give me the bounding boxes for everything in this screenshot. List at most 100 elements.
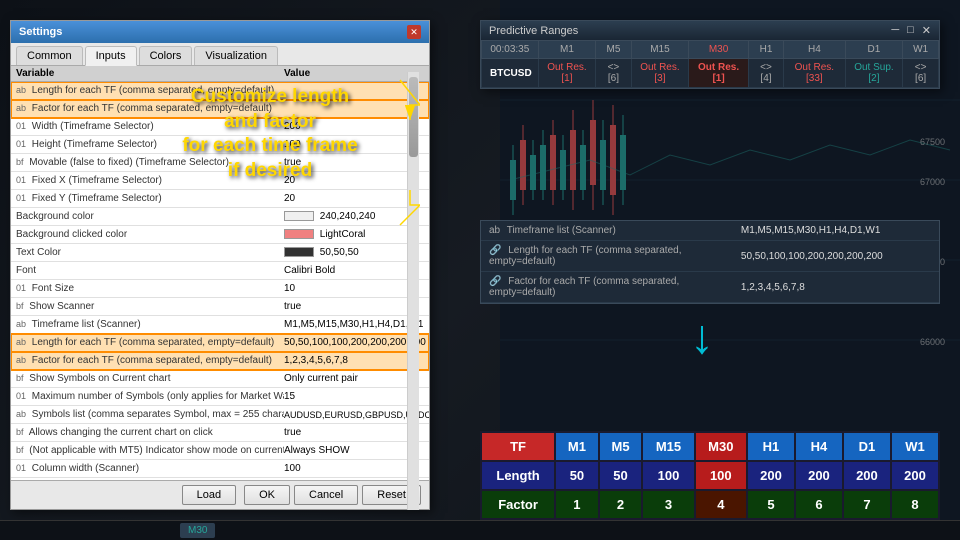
row-value: Always SHOW [284, 445, 404, 456]
row-variable: Background clicked color [16, 229, 284, 240]
length-row: Length 50 50 100 100 200 200 200 200 [481, 461, 939, 490]
row-variable: 01 Height (Timeframe Selector) [16, 139, 284, 150]
table-row[interactable]: bf Show Symbols on Current chart Only cu… [11, 370, 429, 388]
dialog-titlebar: Settings ✕ [11, 21, 429, 43]
table-row[interactable]: 01 Column width (Scanner) 100 [11, 460, 429, 478]
svg-text:66000: 66000 [920, 337, 945, 347]
row-value: 20 [284, 175, 404, 186]
factor-m15: 3 [642, 490, 694, 519]
settings-dialog: Settings ✕ Common Inputs Colors Visualiz… [10, 20, 430, 510]
table-row[interactable]: ab Factor for each TF (comma separated, … [11, 352, 429, 370]
table-row[interactable]: 01 Width (Timeframe Selector) 200 [11, 118, 429, 136]
table-row[interactable]: Background clicked color LightCoral [11, 226, 429, 244]
row-icon: ab [16, 337, 26, 347]
status-timeframe: M30 [180, 523, 215, 538]
close-icon[interactable]: ✕ [922, 24, 931, 37]
table-row[interactable]: 01 Fixed X (Timeframe Selector) 20 [11, 172, 429, 190]
table-row[interactable]: ab Timeframe list (Scanner) M1,M5,M15,M3… [11, 316, 429, 334]
row-icon: 01 [16, 283, 26, 293]
table-row[interactable]: ab Factor for each TF (comma separated, … [11, 100, 429, 118]
scanner-value-tf: M1,M5,M15,M30,H1,H4,D1,W1 [733, 221, 939, 241]
factor-row: Factor 1 2 3 4 5 6 7 8 [481, 490, 939, 519]
scanner-value-length: 50,50,100,100,200,200,200,200 [733, 241, 939, 272]
th-tf: TF [481, 432, 555, 461]
row-value: 15 [284, 391, 404, 402]
table-row[interactable]: ab Length for each TF (comma separated, … [11, 82, 429, 100]
scrollbar-thumb[interactable] [409, 77, 418, 157]
row-icon: bf [16, 427, 24, 437]
table-row[interactable]: Text Color 50,50,50 [11, 244, 429, 262]
table-row[interactable]: Background color 240,240,240 [11, 208, 429, 226]
row-variable: bf (Not applicable with MT5) Indicator s… [16, 445, 284, 456]
table-row[interactable]: bf Allows changing the current chart on … [11, 424, 429, 442]
table-row[interactable]: 01 Maximum number of Symbols (only appli… [11, 388, 429, 406]
minimize-icon[interactable]: ─ [891, 24, 899, 37]
length-m30: 100 [695, 461, 747, 490]
row-value: 50,50,100,100,200,200,200,200 [284, 337, 404, 348]
m15-cell: Out Res. [3] [631, 59, 689, 88]
predictive-header-row: 00:03:35 M1 M5 M15 M30 H1 H4 D1 W1 [482, 41, 939, 59]
factor-m1: 1 [555, 490, 599, 519]
th-h1: H1 [747, 432, 795, 461]
table-row[interactable]: Font Calibri Bold [11, 262, 429, 280]
row-icon: bf [16, 157, 24, 167]
th-w1: W1 [891, 432, 939, 461]
table-row[interactable]: bf Movable (false to fixed) (Timeframe S… [11, 154, 429, 172]
cancel-button[interactable]: Cancel [294, 485, 358, 505]
table-row[interactable]: 01 Font Size 10 [11, 280, 429, 298]
length-w1: 200 [891, 461, 939, 490]
dialog-title: Settings [19, 26, 62, 38]
row-variable: Background color [16, 211, 284, 222]
table-row[interactable]: ab Length for each TF (comma separated, … [11, 334, 429, 352]
length-m15: 100 [642, 461, 694, 490]
th-m15: M15 [642, 432, 694, 461]
scanner-panel: ab Timeframe list (Scanner) M1,M5,M15,M3… [480, 220, 940, 304]
factor-label: Factor [481, 490, 555, 519]
tab-common[interactable]: Common [16, 46, 83, 65]
table-row[interactable]: ab Symbols list (comma separates Symbol,… [11, 406, 429, 424]
th-w1: W1 [903, 41, 939, 59]
row-variable: 01 Maximum number of Symbols (only appli… [16, 391, 284, 402]
length-m1: 50 [555, 461, 599, 490]
row-variable: bf Movable (false to fixed) (Timeframe S… [16, 157, 284, 168]
factor-m30: 4 [695, 490, 747, 519]
bottom-header-row: TF M1 M5 M15 M30 H1 H4 D1 W1 [481, 432, 939, 461]
row-icon: ab [16, 409, 26, 419]
table-row[interactable]: 01 Fixed Y (Timeframe Selector) 20 [11, 190, 429, 208]
table-row[interactable]: 01 Height (Timeframe Selector) 100 [11, 136, 429, 154]
ab-icon: ab [489, 225, 500, 236]
tab-colors[interactable]: Colors [139, 46, 193, 65]
th-m30: M30 [689, 41, 749, 59]
table-body: ab Length for each TF (comma separated, … [11, 82, 429, 480]
scrollbar[interactable] [407, 72, 419, 510]
row-value: 1,2,3,4,5,6,7,8 [284, 355, 404, 366]
row-icon: bf [16, 301, 24, 311]
length-h4: 200 [795, 461, 843, 490]
load-button[interactable]: Load [182, 485, 236, 505]
th-h4: H4 [784, 41, 846, 59]
row-value: 100 [284, 463, 404, 474]
maximize-icon[interactable]: □ [907, 24, 914, 37]
row-value: 20 [284, 193, 404, 204]
table-row[interactable]: bf Show Scanner true [11, 298, 429, 316]
row-icon: 01 [16, 175, 26, 185]
row-variable: ab Factor for each TF (comma separated, … [16, 355, 284, 366]
factor-d1: 7 [843, 490, 891, 519]
bottom-table-container: TF M1 M5 M15 M30 H1 H4 D1 W1 Length 50 5… [480, 431, 940, 520]
ticker-cell: BTCUSD [482, 59, 539, 88]
factor-m5: 2 [599, 490, 643, 519]
m5-cell: <> [6] [596, 59, 631, 88]
row-variable: ab Length for each TF (comma separated, … [16, 85, 284, 96]
th-h4: H4 [795, 432, 843, 461]
dialog-close-button[interactable]: ✕ [407, 25, 421, 39]
tab-inputs[interactable]: Inputs [85, 46, 137, 66]
table-row[interactable]: bf (Not applicable with MT5) Indicator s… [11, 442, 429, 460]
tab-visualization[interactable]: Visualization [194, 46, 278, 65]
scanner-label-tf: ab Timeframe list (Scanner) [481, 221, 733, 241]
ok-button[interactable]: OK [244, 485, 290, 505]
th-d1: D1 [843, 432, 891, 461]
d1-cell: Out Sup. [2] [845, 59, 903, 88]
m1-cell: Out Res. [1] [538, 59, 596, 88]
row-value: 100 [284, 139, 404, 150]
length-h1: 200 [747, 461, 795, 490]
